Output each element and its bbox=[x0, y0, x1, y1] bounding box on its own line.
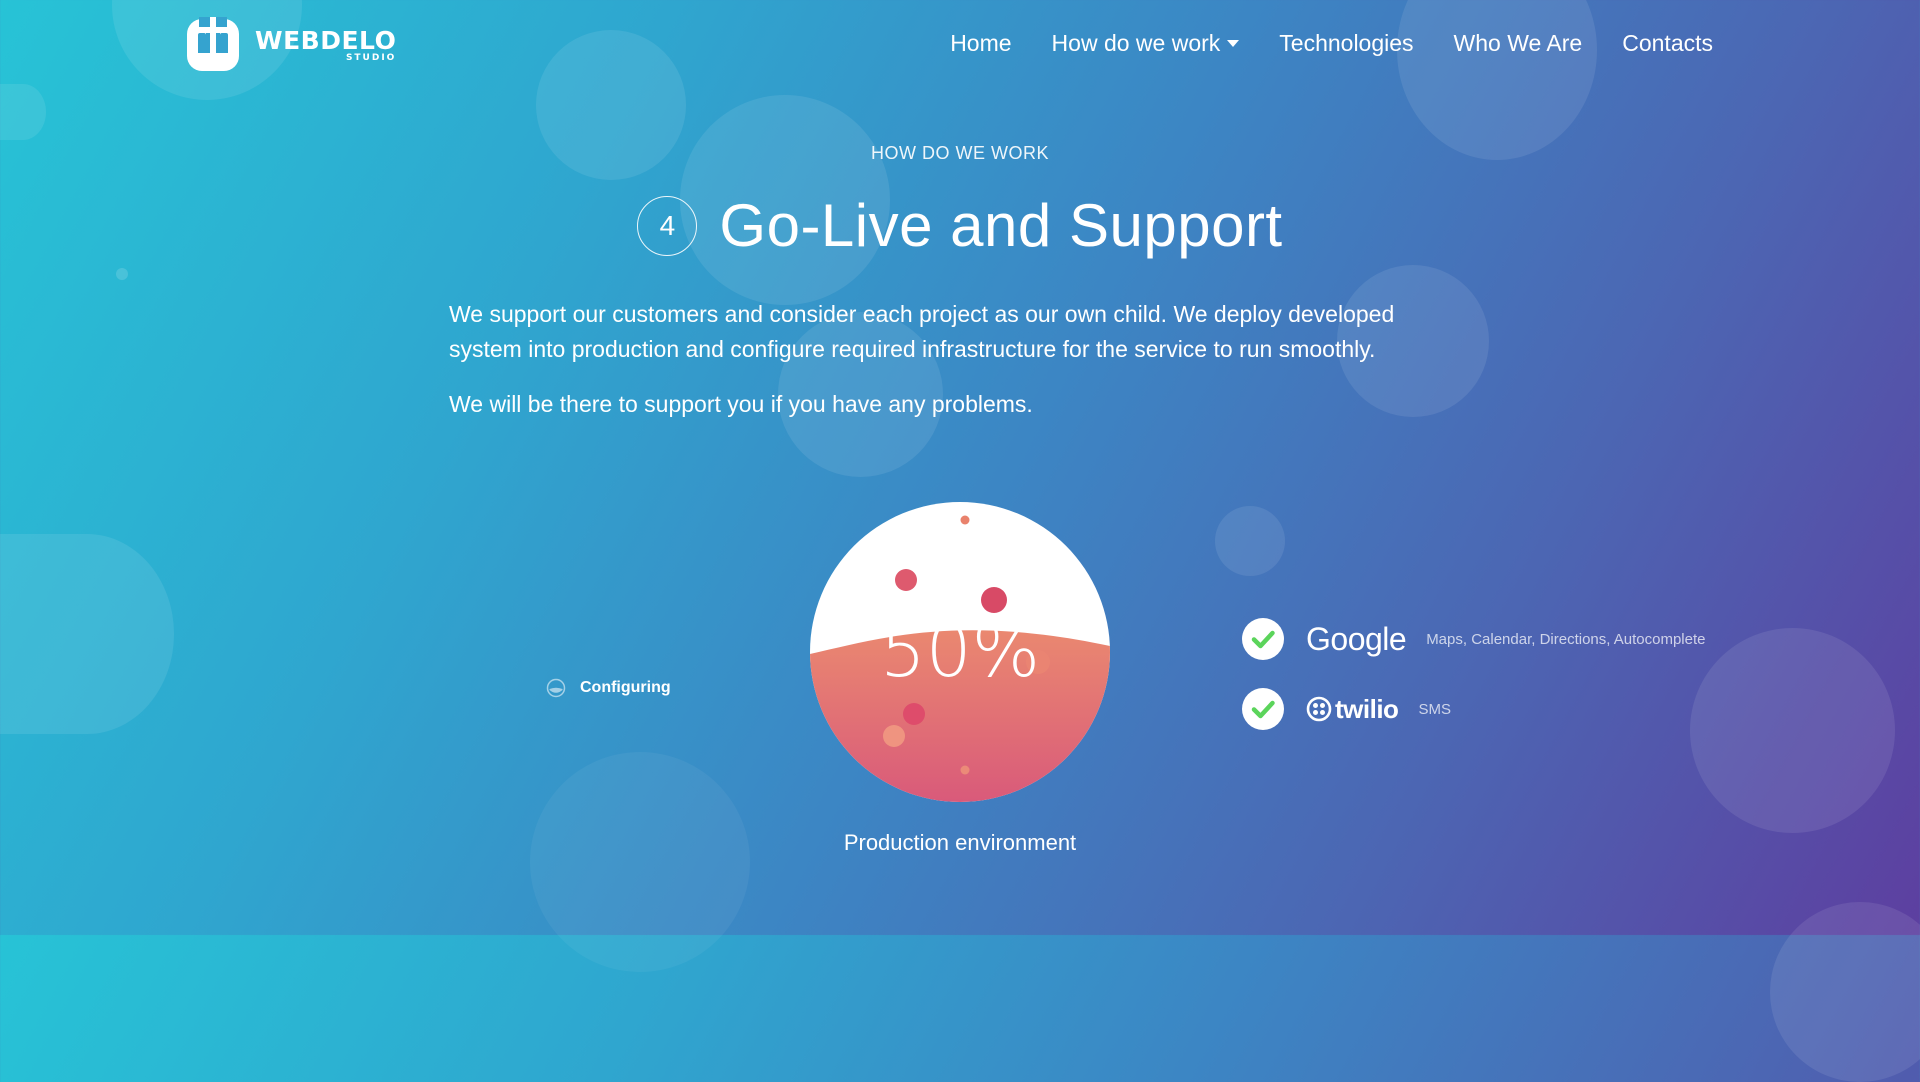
status-label: Configuring bbox=[580, 679, 671, 696]
nav-technologies[interactable]: Technologies bbox=[1279, 30, 1413, 57]
nav-home[interactable]: Home bbox=[950, 30, 1011, 57]
twilio-mark-icon bbox=[1306, 696, 1332, 722]
nav-how-label: How do we work bbox=[1051, 30, 1221, 56]
gauge-bubble bbox=[960, 765, 970, 775]
background-bubble bbox=[530, 752, 750, 972]
gauge-bubble bbox=[883, 725, 905, 747]
nav-contacts[interactable]: Contacts bbox=[1622, 30, 1713, 57]
configuring-status: Configuring bbox=[546, 678, 671, 698]
gauge-bubble bbox=[903, 703, 925, 725]
progress-gauge: 50% bbox=[810, 502, 1110, 802]
service-description: Maps, Calendar, Directions, Autocomplete bbox=[1426, 630, 1706, 648]
gauge-bubble bbox=[895, 569, 917, 591]
google-logo: Google bbox=[1306, 621, 1407, 657]
background-bubble bbox=[1770, 902, 1920, 1082]
check-icon bbox=[1242, 688, 1284, 730]
background-bubble bbox=[0, 84, 46, 140]
background-bubble bbox=[1690, 628, 1895, 833]
spinner-icon bbox=[546, 678, 566, 698]
nav-who-we-are[interactable]: Who We Are bbox=[1454, 30, 1583, 57]
brand-subtitle: STUDIO bbox=[345, 52, 397, 63]
service-description: SMS bbox=[1418, 700, 1451, 718]
check-icon bbox=[1242, 618, 1284, 660]
background-bubble bbox=[1215, 506, 1285, 576]
step-number-badge: 4 bbox=[637, 196, 698, 256]
section-heading: 4 Go-Live and Support bbox=[0, 196, 1920, 256]
nav-how-do-we-work[interactable]: How do we work bbox=[1052, 30, 1240, 57]
nav-home-label: Home bbox=[950, 30, 1012, 56]
service-twilio: twilio SMS bbox=[1242, 688, 1451, 730]
description-paragraph: We support our customers and consider ea… bbox=[449, 301, 1395, 362]
support-paragraph: We will be there to support you if you h… bbox=[449, 391, 1033, 417]
nav-contacts-label: Contacts bbox=[1622, 30, 1713, 56]
section-eyebrow: HOW DO WE WORK bbox=[871, 143, 1049, 163]
gauge-percent: 50% bbox=[880, 609, 1040, 693]
brand-logo[interactable]: WEBDELO STUDIO bbox=[185, 17, 396, 73]
background-bubble bbox=[116, 268, 128, 280]
main-nav: Home How do we work Technologies Who We … bbox=[950, 30, 1713, 57]
gauge-bubble bbox=[960, 515, 970, 525]
background-bubble bbox=[1397, 0, 1597, 160]
brand-name: WEBDELO bbox=[255, 25, 397, 55]
gauge-label: Production environment bbox=[843, 830, 1077, 855]
twilio-wordmark: twilio bbox=[1335, 694, 1399, 724]
background-bubble bbox=[0, 534, 174, 734]
nav-who-label: Who We Are bbox=[1453, 30, 1583, 56]
page-title: Go-Live and Support bbox=[719, 192, 1283, 259]
webdelo-logo-icon bbox=[187, 17, 239, 71]
nav-technologies-label: Technologies bbox=[1279, 30, 1414, 56]
twilio-logo: twilio bbox=[1306, 694, 1399, 724]
service-google: Google Maps, Calendar, Directions, Autoc… bbox=[1242, 618, 1706, 660]
chevron-down-icon bbox=[1227, 40, 1240, 47]
